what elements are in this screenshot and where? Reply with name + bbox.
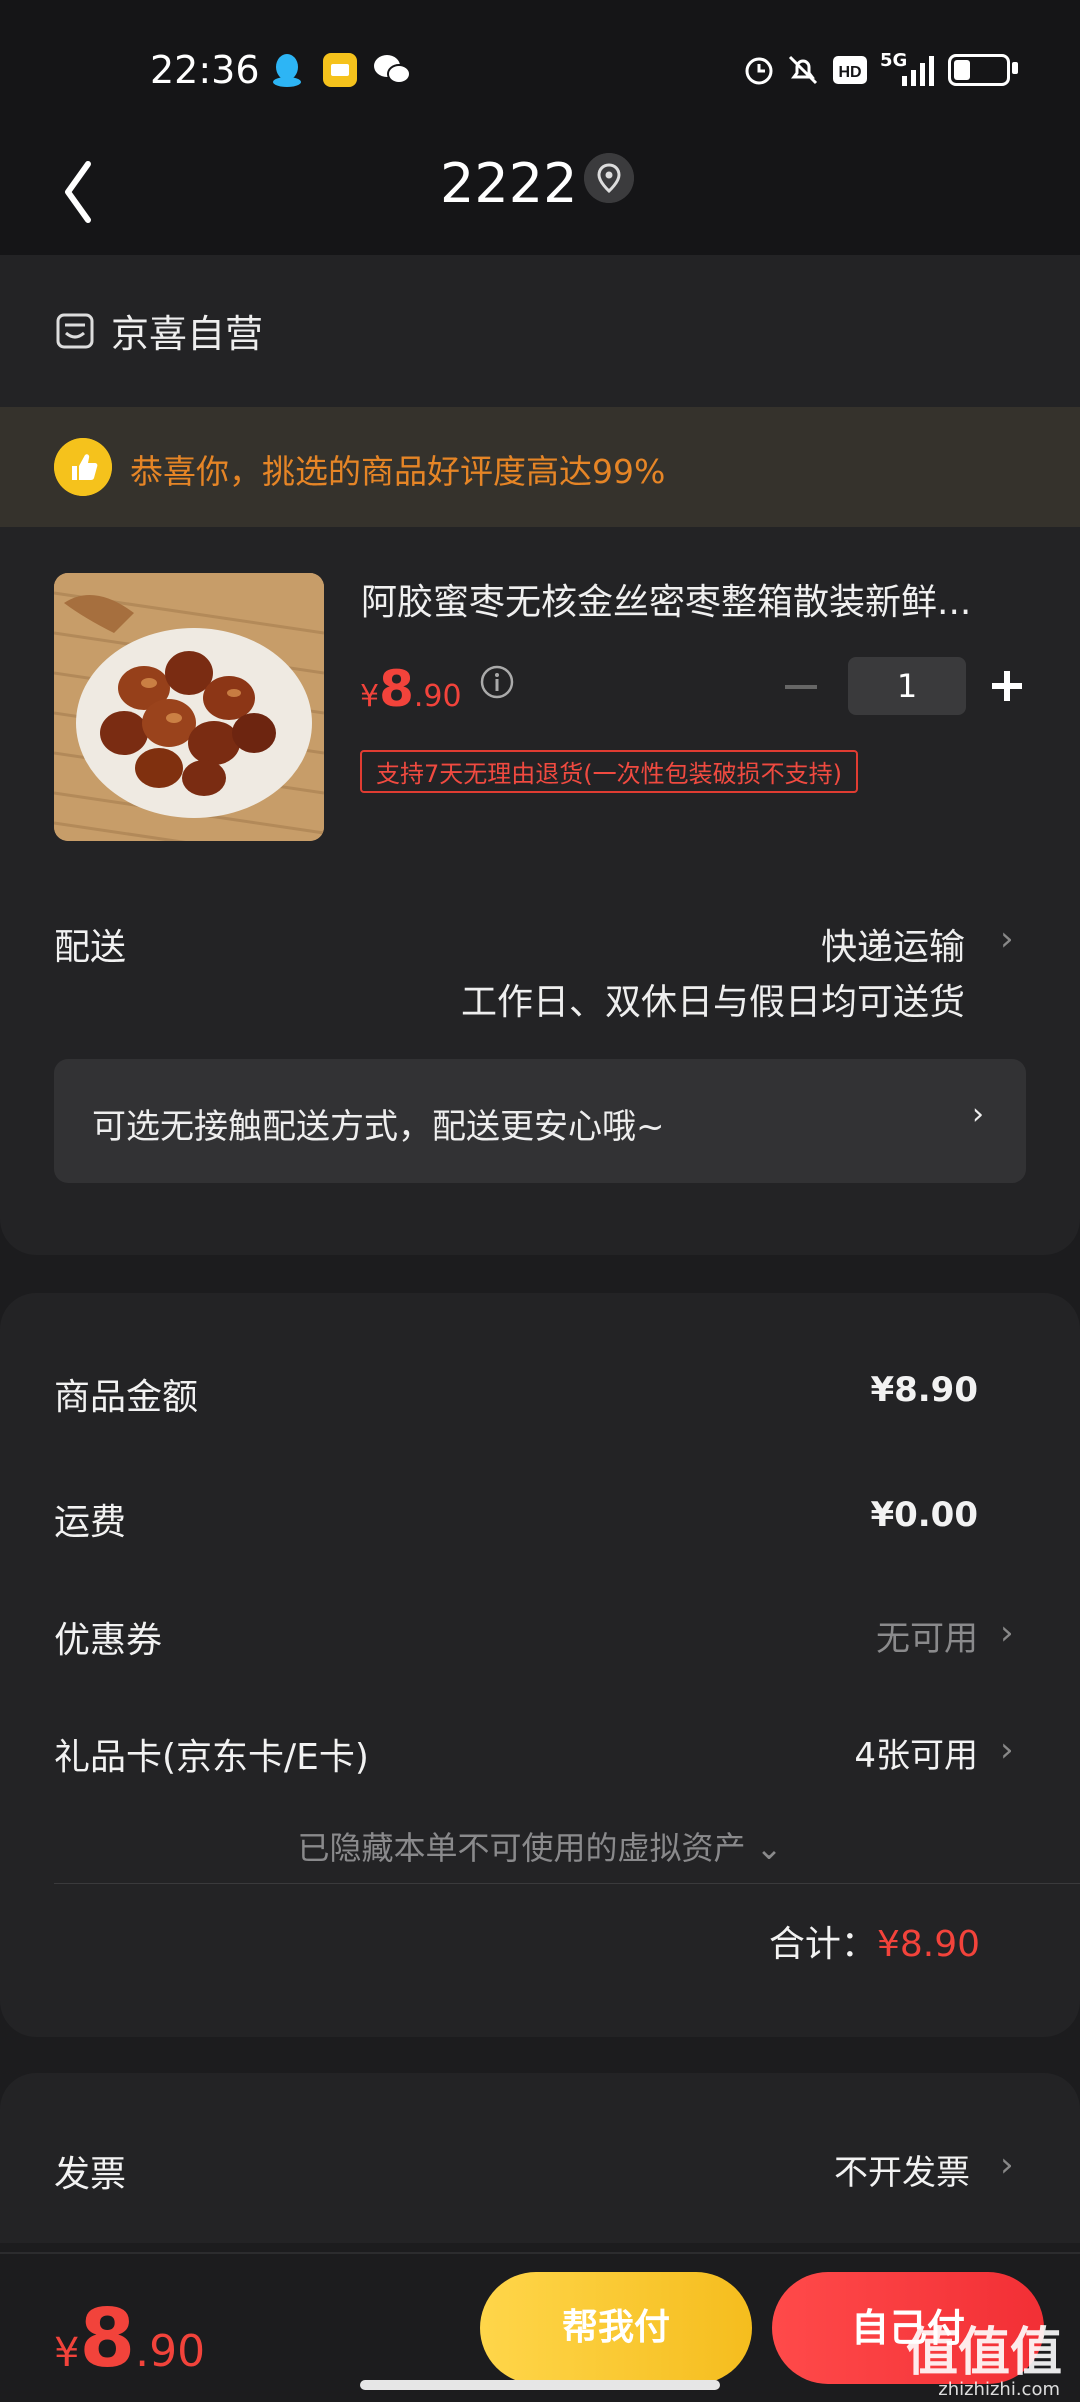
notes-app-icon <box>323 53 357 87</box>
checkout-currency: ¥ <box>54 2330 80 2376</box>
shop-name: 京喜自营 <box>111 312 264 356</box>
shipping-method[interactable]: 快递运输 <box>821 918 965 970</box>
location-pin-icon[interactable] <box>584 153 634 203</box>
subtotal-value: ¥8.90 <box>870 1370 978 1410</box>
svg-text:HD: HD <box>838 64 861 81</box>
bell-muted-icon <box>788 55 818 85</box>
help-me-pay-button[interactable]: 帮我付 <box>480 2272 752 2384</box>
qq-icon <box>273 54 301 87</box>
shipping-detail: 工作日、双休日与假日均可送货 <box>460 982 965 1023</box>
quantity-input[interactable]: 1 <box>848 657 966 715</box>
hidden-assets-toggle[interactable]: 已隐藏本单不可使用的虚拟资产 ⌄ <box>0 1823 1080 1869</box>
total-value: ¥8.90 <box>876 1924 980 1965</box>
total-label: 合计： <box>768 1924 877 1965</box>
coupon-chevron-icon[interactable]: › <box>1000 1613 1014 1653</box>
checkout-price-decimal: .90 <box>135 2326 206 2377</box>
return-policy-tag: 支持7天无理由退货(一次性包装破损不支持) <box>360 750 858 793</box>
order-item-card: 京喜自营 恭喜你，挑选的商品好评度高达99% 阿胶蜜枣无核金丝密枣整箱散装新鲜.… <box>0 255 1080 1255</box>
coupon-value[interactable]: 无可用 <box>876 1611 978 1660</box>
wechat-icon <box>374 55 411 84</box>
quantity-increase-button[interactable] <box>990 669 1024 703</box>
coupon-label[interactable]: 优惠券 <box>54 1611 162 1663</box>
product-price: ¥8.90 <box>360 660 462 718</box>
price-summary-card: 商品金额 ¥8.90 运费 ¥0.00 优惠券 无可用 › 礼品卡(京东卡/E卡… <box>0 1293 1080 2037</box>
shipping-fee-value: ¥0.00 <box>870 1495 978 1535</box>
checkout-price-integer: 8 <box>79 2292 136 2385</box>
subtotal-label: 商品金额 <box>54 1377 199 1418</box>
rating-notice-banner: 恭喜你，挑选的商品好评度高达99% <box>0 407 1080 527</box>
status-time: 22:36 <box>150 48 260 92</box>
contactless-text: 可选无接触配送方式，配送更安心哦~ <box>92 1107 665 1147</box>
back-chevron-icon[interactable] <box>58 152 118 232</box>
shipping-label: 配送 <box>54 927 127 968</box>
shop-header[interactable]: 京喜自营 <box>55 303 263 358</box>
page-title[interactable]: 2222 <box>440 152 577 215</box>
battery-icon <box>948 54 1010 86</box>
contactless-delivery-option[interactable]: 可选无接触配送方式，配送更安心哦~ › <box>54 1059 1026 1183</box>
checkout-price: ¥8.90 <box>54 2292 205 2385</box>
gift-card-label[interactable]: 礼品卡(京东卡/E卡) <box>54 1728 369 1780</box>
product-name[interactable]: 阿胶蜜枣无核金丝密枣整箱散装新鲜... <box>361 573 1021 625</box>
alarm-icon <box>745 57 773 85</box>
invoice-label: 发票 <box>54 2154 127 2195</box>
product-image[interactable] <box>54 573 324 841</box>
invoice-card[interactable]: 发票 不开发票 › <box>0 2073 1080 2243</box>
shop-icon <box>56 313 94 348</box>
hd-icon: HD <box>833 56 867 84</box>
signal-icon <box>902 56 934 86</box>
nav-header: 2222 <box>0 140 1080 255</box>
watermark-url: zhizhizhi.com <box>938 2379 1060 2400</box>
contactless-chevron-icon: › <box>972 1097 984 1132</box>
price-currency: ¥ <box>360 679 380 714</box>
home-indicator[interactable] <box>360 2380 720 2390</box>
thumbs-up-icon <box>54 438 112 496</box>
price-integer: 8 <box>379 660 414 718</box>
rating-notice-text: 恭喜你，挑选的商品好评度高达99% <box>130 452 666 491</box>
quantity-decrease-button[interactable] <box>785 685 817 689</box>
gift-card-chevron-icon[interactable]: › <box>1000 1730 1014 1770</box>
order-total: 合计：¥8.90 <box>769 1915 980 1967</box>
gift-card-value[interactable]: 4张可用 <box>854 1728 978 1777</box>
price-decimal: .90 <box>413 679 462 714</box>
watermark-logo: 值值值 <box>905 2324 1062 2382</box>
invoice-value[interactable]: 不开发票 <box>834 2145 970 2194</box>
summary-divider <box>54 1883 1080 1884</box>
battery-tip <box>1012 62 1018 74</box>
shipping-chevron-icon[interactable]: › <box>1000 919 1014 959</box>
invoice-chevron-icon[interactable]: › <box>1000 2145 1014 2185</box>
info-icon[interactable] <box>480 665 514 699</box>
status-bar: 22:36 HD 5G <box>0 0 1080 140</box>
shipping-fee-label: 运费 <box>54 1502 127 1543</box>
